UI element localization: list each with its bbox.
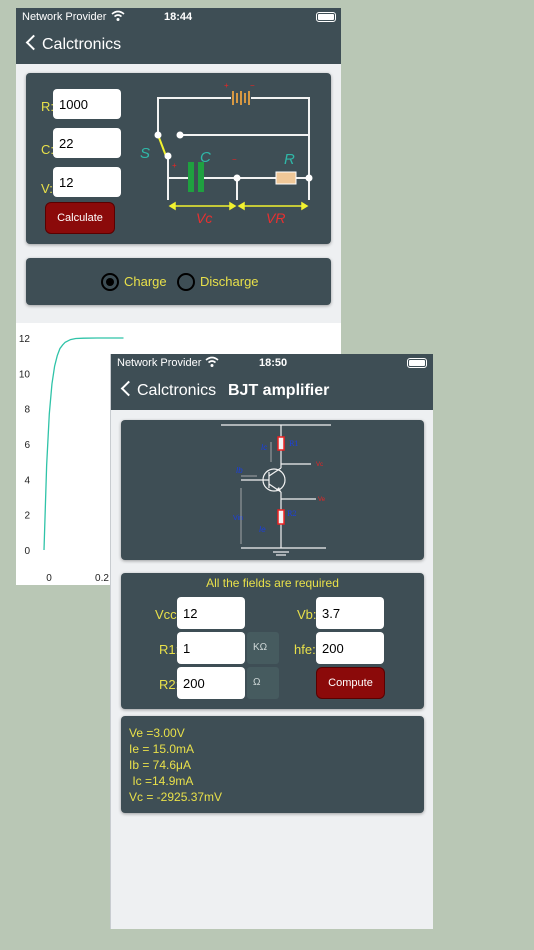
r1-input[interactable] (177, 632, 245, 664)
svg-text:+: + (172, 161, 177, 170)
clock: 18:44 (164, 11, 193, 23)
discharge-radio[interactable] (177, 273, 195, 291)
capacitor-symbol (188, 162, 204, 192)
ib-label: Ib (236, 466, 243, 475)
bjt-amplifier-screen: Network Provider 18:50 Calctronics BJT a… (110, 354, 433, 929)
clock: 18:50 (259, 357, 288, 369)
y-tick-label: 0 (24, 546, 30, 557)
switch-pole-3 (164, 152, 172, 160)
back-button[interactable]: Calctronics (42, 36, 121, 54)
result-ic: Ic =14.9mA (129, 774, 194, 788)
result-ve: Ve =3.00V (129, 726, 185, 740)
c-input[interactable] (53, 128, 121, 158)
vr-label: VR (266, 210, 285, 226)
ie-label: Ie (259, 525, 266, 534)
x-tick-label: 0 (46, 573, 52, 584)
vc-label: Vc (196, 210, 212, 226)
bjt-circuit-panel: R1 R2 Ic Ib Ie Vin Vc Ve (121, 420, 424, 560)
vb-label: Vb: (297, 607, 317, 622)
bjt-input-panel: All the fields are required Vcc: Vb: R1:… (121, 573, 424, 709)
y-tick-label: 8 (24, 405, 30, 416)
junction-node (233, 174, 241, 182)
result-ie: Ie = 15.0mA (129, 742, 195, 756)
required-note: All the fields are required (206, 576, 339, 590)
y-tick-label: 2 (24, 511, 30, 522)
svg-text:+: + (224, 81, 229, 90)
results-panel: Ve =3.00V Ie = 15.0mA Ib = 74.6μA Ic =14… (121, 716, 424, 813)
v-label: V: (41, 181, 53, 196)
y-tick-label: 6 (24, 440, 30, 451)
mode-selector-panel: Charge Discharge (26, 258, 331, 305)
y-tick-label: 12 (19, 334, 31, 345)
wifi-icon (111, 10, 125, 21)
wifi-icon (205, 356, 219, 367)
v-input[interactable] (53, 167, 121, 197)
bjt-circuit-diagram: R1 R2 Ic Ib Ie Vin Vc Ve (221, 424, 331, 556)
nav-bar: Calctronics (16, 26, 341, 64)
result-vc: Vc = -2925.37mV (129, 790, 223, 804)
y-tick-label: 4 (24, 475, 30, 486)
carrier-label: Network Provider (117, 357, 202, 369)
capacitor-c-label: C (200, 149, 211, 166)
switch-pole-1 (154, 131, 162, 139)
status-bar: Network Provider 18:50 (111, 354, 433, 372)
back-button[interactable]: Calctronics (137, 382, 216, 400)
status-bar: Network Provider 18:44 (16, 8, 341, 26)
page-title: BJT amplifier (228, 382, 330, 399)
hfe-input[interactable] (316, 632, 384, 664)
r2-input[interactable] (177, 667, 245, 699)
switch-s-label: S (140, 145, 150, 162)
vcc-input[interactable] (177, 597, 245, 629)
r2-unit-selector[interactable]: Ω (247, 667, 279, 699)
back-chevron-icon[interactable] (25, 34, 42, 51)
charge-radio[interactable] (101, 273, 119, 291)
junction-node-right (305, 174, 313, 182)
nav-bar: Calctronics BJT amplifier (111, 372, 433, 410)
switch-pole-2 (176, 131, 184, 139)
carrier-label: Network Provider (22, 11, 107, 23)
svg-text:−: − (232, 155, 237, 164)
r2-resistor (277, 509, 285, 525)
y-tick-label: 10 (19, 369, 31, 380)
compute-button[interactable]: Compute (316, 667, 385, 699)
r1-resistor (277, 436, 285, 451)
svg-text:Ve: Ve (318, 497, 326, 503)
battery-icon (407, 358, 427, 368)
r2-label: R2 (287, 510, 297, 518)
battery-symbol: + − (224, 81, 255, 105)
resistor-symbol (275, 171, 297, 185)
result-ib: Ib = 74.6μA (129, 758, 191, 772)
resistor-r-label: R (284, 151, 295, 168)
calculate-button[interactable]: Calculate (45, 202, 115, 234)
rc-circuit-diagram: + − S C R + − Vc VR (140, 81, 313, 226)
vb-input[interactable] (316, 597, 384, 629)
ic-label: Ic (261, 443, 267, 452)
r1-label: R1 (289, 440, 299, 448)
charge-label[interactable]: Charge (124, 274, 167, 289)
rc-input-panel: R: C: V: Calculate (26, 73, 331, 244)
battery-icon (316, 12, 336, 22)
svg-text:−: − (250, 81, 255, 90)
x-tick-label: 0.2 (95, 573, 109, 584)
hfe-label: hfe: (294, 642, 316, 657)
svg-text:Vc: Vc (316, 462, 323, 468)
r1-unit-selector[interactable]: KΩ (247, 632, 279, 664)
r-input[interactable] (53, 89, 121, 119)
discharge-label[interactable]: Discharge (200, 274, 259, 289)
back-chevron-icon[interactable] (120, 380, 137, 397)
vin-label: Vin (233, 515, 243, 522)
